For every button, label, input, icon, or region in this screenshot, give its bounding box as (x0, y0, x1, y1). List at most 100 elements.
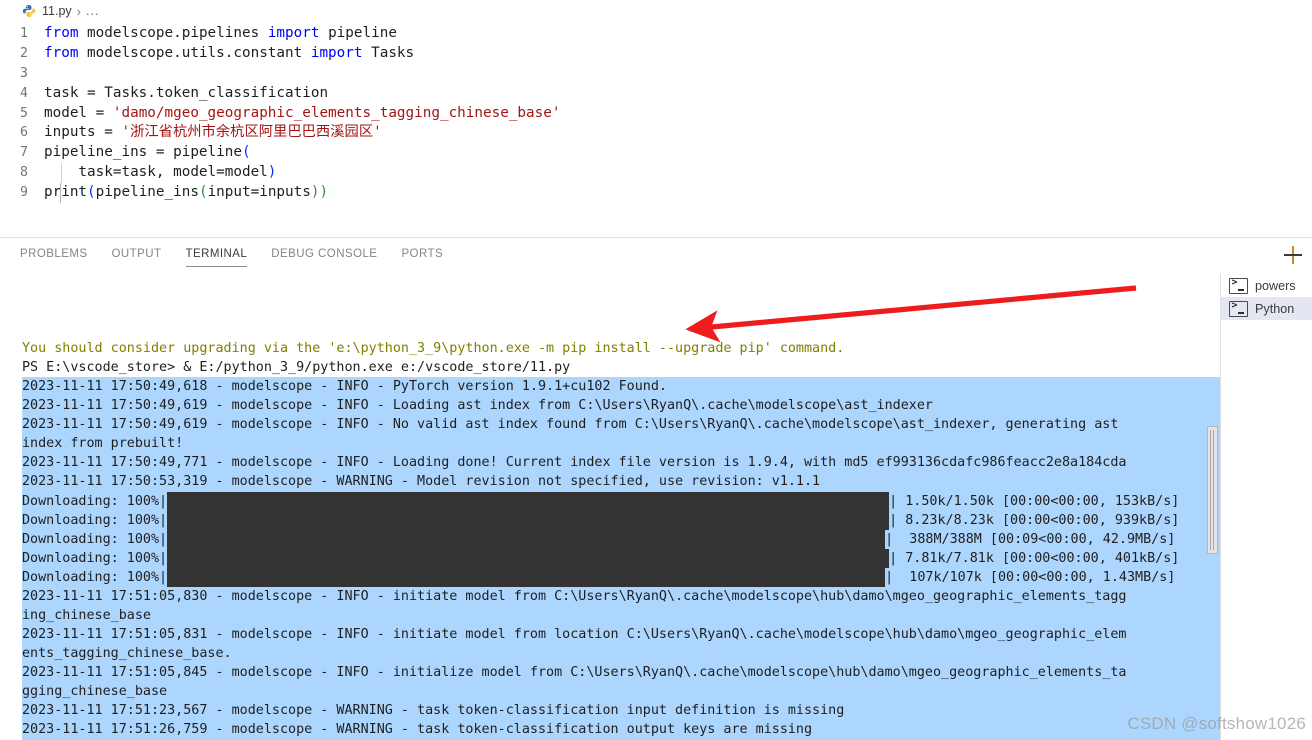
code-line[interactable]: 7 pipeline_ins = pipeline( (0, 143, 1312, 163)
code-token: Tasks (362, 44, 415, 61)
breadcrumb-overflow[interactable]: ... (86, 4, 99, 18)
code-text[interactable]: from modelscope.pipelines import pipelin… (44, 24, 397, 44)
panel-actions (1282, 244, 1304, 266)
code-token: modelscope.utils.constant (78, 44, 311, 61)
terminal-line: 2023-11-11 17:50:53,319 - modelscope - W… (22, 472, 1220, 492)
progress-label: Downloading: 100%| (22, 512, 168, 528)
tab-terminal[interactable]: TERMINAL (185, 248, 248, 267)
progress-bar-fill (167, 529, 886, 549)
terminal-line: PS E:\vscode_store> & E:/python_3_9/pyth… (22, 360, 571, 376)
terminal-line: ing_chinese_base (22, 605, 1220, 625)
terminal-instance-powers[interactable]: powers (1221, 274, 1312, 297)
progress-label: Downloading: 100%| (22, 569, 168, 585)
terminal-panel: PROBLEMS OUTPUT TERMINAL DEBUG CONSOLE PORTS… (0, 237, 1312, 740)
terminal-progress-line: Downloading: 100%| | 107k/107k [00:00<00:… (22, 567, 1220, 587)
line-number: 3 (20, 65, 28, 81)
code-text[interactable]: pipeline_ins = pipeline( (44, 143, 251, 163)
terminal-instance-label: Python (1255, 301, 1295, 316)
code-token: ( (198, 184, 208, 201)
code-token: input=inputs (207, 184, 311, 201)
progress-bar-fill (167, 491, 890, 511)
code-line[interactable]: 5 model = 'damo/mgeo_geographic_elements_… (0, 104, 1312, 124)
code-token: ) (267, 164, 277, 181)
progress-bar-fill (167, 548, 890, 568)
terminal-line: index from prebuilt! (22, 434, 1220, 454)
code-line[interactable]: 6 inputs = '浙江省杭州市余杭区阿里巴巴西溪园区' (0, 123, 1312, 143)
text-cursor (60, 183, 61, 204)
code-text[interactable]: print(pipeline_ins(input=inputs)) (44, 183, 328, 203)
terminal-instance-python[interactable]: Python (1221, 297, 1312, 320)
code-token: '浙江省杭州市余杭区阿里巴巴西溪园区' (121, 124, 382, 141)
code-lines[interactable]: 1 from modelscope.pipelines import pipeli… (0, 24, 1312, 204)
code-text[interactable]: inputs = '浙江省杭州市余杭区阿里巴巴西溪园区' (44, 123, 382, 143)
code-text[interactable]: model = 'damo/mgeo_geographic_elements_t… (44, 104, 560, 124)
terminal-progress-line: Downloading: 100%| | 7.81k/7.81k [00:00<0… (22, 548, 1220, 568)
code-token: from (44, 44, 79, 61)
terminal-output[interactable]: You should consider upgrading via the 'e… (0, 274, 1220, 740)
terminal-instances-list: powers Python (1220, 274, 1312, 740)
progress-stats: | 7.81k/7.81k [00:00<00:00, 401kB/s] (889, 550, 1180, 566)
tab-debug-console[interactable]: DEBUG CONSOLE (271, 248, 377, 267)
code-token: task = Tasks.token_classification (44, 84, 329, 101)
code-token: import (310, 44, 363, 61)
terminal-scrollbar[interactable] (1206, 274, 1220, 740)
breadcrumb[interactable]: 11.py › ... (0, 0, 1312, 22)
code-line[interactable]: 2 from modelscope.utils.constant import T… (0, 44, 1312, 64)
code-line[interactable]: 3 (0, 64, 1312, 84)
code-line[interactable]: 1 from modelscope.pipelines import pipeli… (0, 24, 1312, 44)
indent-guide (61, 163, 62, 184)
progress-stats: | 107k/107k [00:00<00:00, 1.43MB/s] (885, 569, 1176, 585)
code-token: inputs = (44, 124, 122, 141)
terminal-progress-line: Downloading: 100%| | 388M/388M [00:09<00:… (22, 529, 1220, 549)
code-text[interactable]: task=task, model=model) (44, 163, 276, 183)
progress-stats: | 8.23k/8.23k [00:00<00:00, 939kB/s] (889, 512, 1180, 528)
code-token: import (267, 25, 320, 41)
terminal-content-wrap: You should consider upgrading via the 'e… (0, 274, 1312, 740)
terminal-line: 2023-11-11 17:51:05,845 - modelscope - I… (22, 662, 1220, 682)
code-token: modelscope.pipelines (78, 25, 268, 41)
tab-problems[interactable]: PROBLEMS (20, 248, 88, 267)
code-token: ( (241, 144, 251, 161)
terminal-line: gging_chinese_base (22, 681, 1220, 702)
progress-stats: | 1.50k/1.50k [00:00<00:00, 153kB/s] (889, 493, 1180, 509)
terminal-icon (1229, 300, 1248, 317)
code-token: print (44, 184, 88, 201)
line-number: 5 (20, 105, 28, 121)
breadcrumb-separator: › (76, 3, 81, 19)
code-token: model = (44, 104, 113, 121)
terminal-line: You should consider upgrading via the 'e… (22, 341, 845, 357)
code-token: pipeline_ins (95, 184, 199, 201)
python-file-icon (22, 4, 36, 18)
code-token: )) (310, 184, 329, 201)
progress-bar-fill (167, 510, 890, 530)
progress-label: Downloading: 100%| (22, 493, 168, 509)
code-text[interactable]: from modelscope.utils.constant import Ta… (44, 44, 414, 64)
tab-output[interactable]: OUTPUT (112, 248, 162, 267)
code-token: pipeline_ins = pipeline (44, 144, 242, 161)
line-number: 9 (20, 185, 28, 201)
terminal-line: 2023-11-11 17:51:05,831 - modelscope - I… (22, 624, 1220, 644)
terminal-line: 2023-11-11 17:51:26,759 - modelscope - W… (22, 720, 1220, 740)
terminal-line: 2023-11-11 17:51:23,567 - modelscope - W… (22, 701, 1220, 721)
code-token: 'damo/mgeo_geographic_elements_tagging_c… (112, 104, 561, 121)
tab-ports[interactable]: PORTS (401, 248, 443, 267)
line-number: 1 (20, 26, 28, 41)
line-number: 8 (20, 165, 28, 181)
line-number: 6 (20, 125, 28, 141)
code-line[interactable]: 9 print(pipeline_ins(input=inputs)) (0, 183, 1312, 203)
code-line[interactable]: 4 task = Tasks.token_classification (0, 84, 1312, 104)
terminal-line: 2023-11-11 17:50:49,771 - modelscope - I… (22, 453, 1220, 473)
new-terminal-plus-icon[interactable] (1282, 244, 1304, 266)
panel-tab-bar: PROBLEMS OUTPUT TERMINAL DEBUG CONSOLE PORTS (0, 238, 1312, 274)
code-token: pipeline (319, 25, 397, 41)
terminal-line: 2023-11-11 17:50:49,618 - modelscope - I… (22, 377, 1220, 397)
code-line[interactable]: 8 task=task, model=model) (0, 163, 1312, 183)
terminal-scrollbar-thumb[interactable] (1207, 426, 1218, 554)
terminal-progress-line: Downloading: 100%| | 8.23k/8.23k [00:00<0… (22, 510, 1220, 530)
code-token: ( (87, 184, 96, 201)
code-token: task=task, model=model (44, 164, 268, 181)
terminal-line: ents_tagging_chinese_base. (22, 643, 1220, 663)
breadcrumb-file-name[interactable]: 11.py (42, 4, 72, 18)
code-text[interactable]: task = Tasks.token_classification (44, 84, 328, 104)
terminal-line: 2023-11-11 17:50:49,619 - modelscope - I… (22, 415, 1220, 435)
